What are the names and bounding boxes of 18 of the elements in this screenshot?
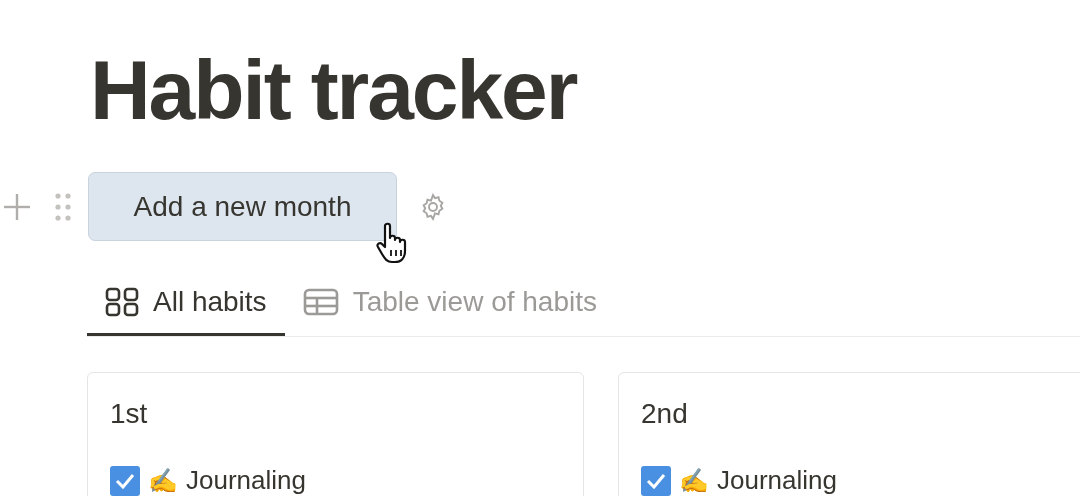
drag-handle-icon[interactable] bbox=[53, 190, 73, 223]
page-title: Habit tracker bbox=[90, 48, 577, 132]
add-month-button[interactable]: Add a new month bbox=[88, 172, 397, 241]
habit-label: Journaling bbox=[186, 464, 306, 496]
habit-card[interactable]: 2nd ✍ Journaling bbox=[618, 372, 1080, 496]
habit-checkbox[interactable] bbox=[641, 465, 671, 496]
card-title: 2nd bbox=[641, 397, 689, 431]
table-icon bbox=[302, 287, 339, 316]
habit-card[interactable]: 1st ✍ Journaling bbox=[87, 372, 584, 496]
gallery-icon bbox=[105, 286, 139, 317]
view-tab[interactable]: All habits bbox=[87, 270, 285, 336]
habit-label: Journaling bbox=[717, 464, 837, 496]
check-icon bbox=[115, 472, 135, 489]
habit-emoji: ✍ bbox=[148, 465, 178, 496]
card-title: 1st bbox=[110, 397, 149, 431]
habit-emoji: ✍ bbox=[679, 465, 709, 496]
habit-checkbox[interactable] bbox=[110, 465, 140, 496]
check-icon bbox=[646, 472, 666, 489]
